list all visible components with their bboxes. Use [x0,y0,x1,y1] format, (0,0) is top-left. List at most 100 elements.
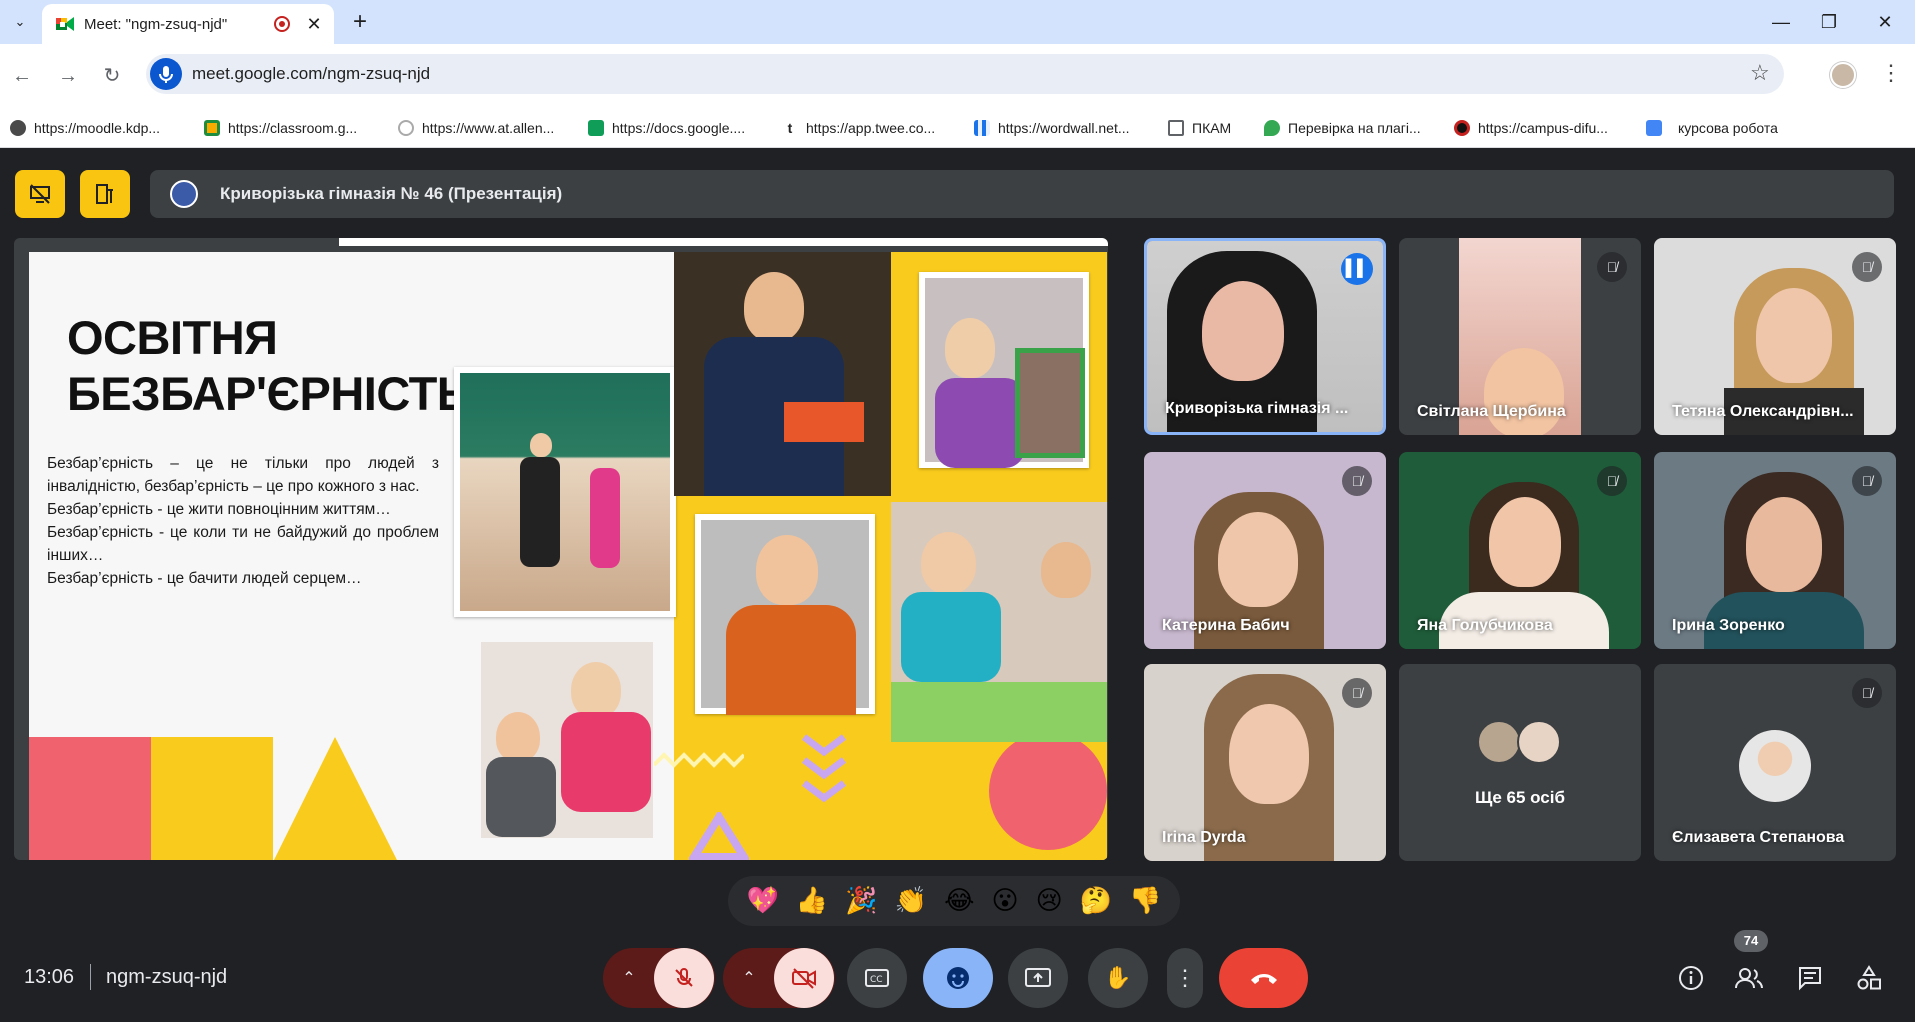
audio-options-chevron-icon[interactable]: ⌃ [604,968,654,988]
slide-photo-boy-numbers [891,502,1107,742]
reaction-heart[interactable]: 💖 [747,886,779,916]
reload-icon[interactable]: ↻ [98,62,126,90]
leave-call-button[interactable] [1219,948,1308,1008]
present-screen-button[interactable] [1008,948,1068,1008]
presentation-off-icon [30,184,50,204]
participant-tile[interactable]: 🎙̸ Катерина Бабич [1144,452,1386,649]
camera-off-button[interactable] [774,948,834,1008]
more-options-icon: ⋮ [1174,965,1196,990]
meeting-time: 13:06 [24,966,75,988]
back-icon[interactable]: ← [8,62,36,90]
speaking-indicator-icon: ▌▌ [1341,253,1373,285]
participant-name: Irina Dyrda [1162,829,1246,846]
raise-hand-button[interactable]: ✋ [1088,948,1148,1008]
slide-photo-classroom [454,367,676,617]
tab-search-button[interactable]: ⌄ [10,12,30,32]
bookmark-label: https://app.twee.co... [806,120,936,136]
minimize-icon[interactable]: — [1766,8,1796,36]
mic-off-icon: 🎙̸ [1852,678,1882,708]
bookmark-item[interactable]: курсова робота [1646,108,1778,148]
slide-photo-girl-sensory [919,272,1089,468]
bookmark-item[interactable]: https://wordwall.net... [974,108,1130,148]
bookmark-star-icon[interactable]: ☆ [1750,60,1770,86]
decor-outline-triangle [689,812,749,860]
photo-face [756,535,818,605]
photo-face [571,662,621,718]
presentation-banner[interactable]: Криворізька гімназія № 46 (Презентація) [150,170,1894,218]
photo-face [496,712,540,762]
reaction-sad[interactable]: 😢 [1036,886,1063,916]
close-tab-icon[interactable]: ✕ [302,12,326,36]
bookmark-folder[interactable]: ПКАМ [1168,108,1231,148]
people-button[interactable]: 74 [1724,930,1774,1008]
bookmark-item[interactable]: https://classroom.g... [204,108,357,148]
smiley-icon [947,967,969,989]
forward-icon[interactable]: → [54,62,82,90]
url-text: meet.google.com/ngm-zsuq-njd [192,64,431,83]
participant-tile[interactable]: 🎙̸ Тетяна Олександрівн... [1654,238,1896,435]
participant-tile[interactable]: 🎙̸ Ірина Зоренко [1654,452,1896,649]
reaction-laugh[interactable]: 😂 [944,886,974,916]
new-tab-button[interactable]: + [346,8,374,36]
bookmark-label: https://docs.google.... [612,120,746,136]
address-bar[interactable]: meet.google.com/ngm-zsuq-njd ☆ [146,54,1784,94]
reaction-thumbs-up[interactable]: 👍 [796,886,828,916]
participant-tile[interactable]: 🎙̸ Irina Dyrda [1144,664,1386,861]
bookmark-item[interactable]: https://campus-difu... [1454,108,1608,148]
photo-face [1041,542,1091,598]
photo-figure [520,457,560,567]
reaction-thumbs-down[interactable]: 👎 [1129,886,1161,916]
emoji-reactions-button[interactable] [923,948,993,1008]
bookmark-item[interactable]: t https://app.twee.co... [782,108,935,148]
bookmark-item[interactable]: Перевірка на плагі... [1264,108,1421,148]
photo-figure [726,605,856,715]
bookmark-label: https://campus-difu... [1478,120,1608,136]
video-face [1484,348,1564,435]
restore-icon[interactable]: ❐ [1814,8,1844,36]
participant-tile[interactable]: 🎙̸ Єлизавета Степанова [1654,664,1896,861]
recording-indicator-icon [274,16,290,32]
presentation-slide: ОСВІТНЯ БЕЗБАР'ЄРНІСТЬ Безбар’єрність – … [29,252,1107,860]
mic-off-button[interactable] [654,948,714,1008]
more-options-button[interactable]: ⋮ [1167,948,1203,1008]
activities-button[interactable] [1844,948,1894,1008]
participant-tile[interactable]: 🎙̸ Світлана Щербина [1399,238,1641,435]
meeting-details-button[interactable] [1666,948,1716,1008]
microphone-in-use-icon[interactable] [150,58,182,90]
hide-presentation-button[interactable] [15,170,65,218]
decor-yellow-square [151,737,273,860]
bookmark-item[interactable]: https://moodle.kdp... [10,108,160,148]
participant-tile[interactable]: Ще 65 осіб [1399,664,1641,861]
presentation-panel[interactable]: ОСВІТНЯ БЕЗБАР'ЄРНІСТЬ Безбар’єрність – … [14,238,1108,860]
bookmark-item[interactable]: https://www.at.allen... [398,108,554,148]
slide-heading-line: БЕЗБАР'ЄРНІСТЬ [67,367,471,420]
mic-off-icon: 🎙̸ [1597,252,1627,282]
avatar [1517,720,1561,764]
close-window-icon[interactable]: ✕ [1870,8,1900,36]
participant-tile[interactable]: ▌▌ Криворізька гімназія ... [1144,238,1386,435]
tab-title: Meet: "ngm-zsuq-njd" [84,16,228,33]
layout-button[interactable] [80,170,130,218]
reaction-thinking[interactable]: 🤔 [1080,886,1112,916]
campus-icon [1454,120,1470,136]
browser-tab[interactable]: Meet: "ngm-zsuq-njd" ✕ [42,4,334,44]
camera-control: ⌃ [723,948,835,1008]
profile-avatar[interactable] [1830,62,1856,88]
captions-button[interactable]: CC [847,948,907,1008]
video-face [1489,497,1561,587]
hang-up-icon [1250,974,1277,984]
video-face [1746,497,1822,592]
meet-window: Криворізька гімназія № 46 (Презентація) … [0,148,1915,1022]
reaction-clap[interactable]: 👏 [895,886,927,916]
participant-name: Ірина Зоренко [1672,617,1785,634]
participant-tile[interactable]: 🎙̸ Яна Голубчикова [1399,452,1641,649]
video-options-chevron-icon[interactable]: ⌃ [724,968,774,988]
reaction-party[interactable]: 🎉 [845,886,877,916]
reaction-surprised[interactable]: 😮 [991,886,1018,916]
present-icon [1025,968,1051,987]
bookmark-item[interactable]: https://docs.google.... [588,108,745,148]
browser-menu-icon[interactable]: ⋮ [1880,60,1902,86]
chat-button[interactable] [1785,948,1835,1008]
slide-heading: ОСВІТНЯ БЕЗБАР'ЄРНІСТЬ [67,310,471,422]
meeting-code: ngm-zsuq-njd [106,966,228,988]
